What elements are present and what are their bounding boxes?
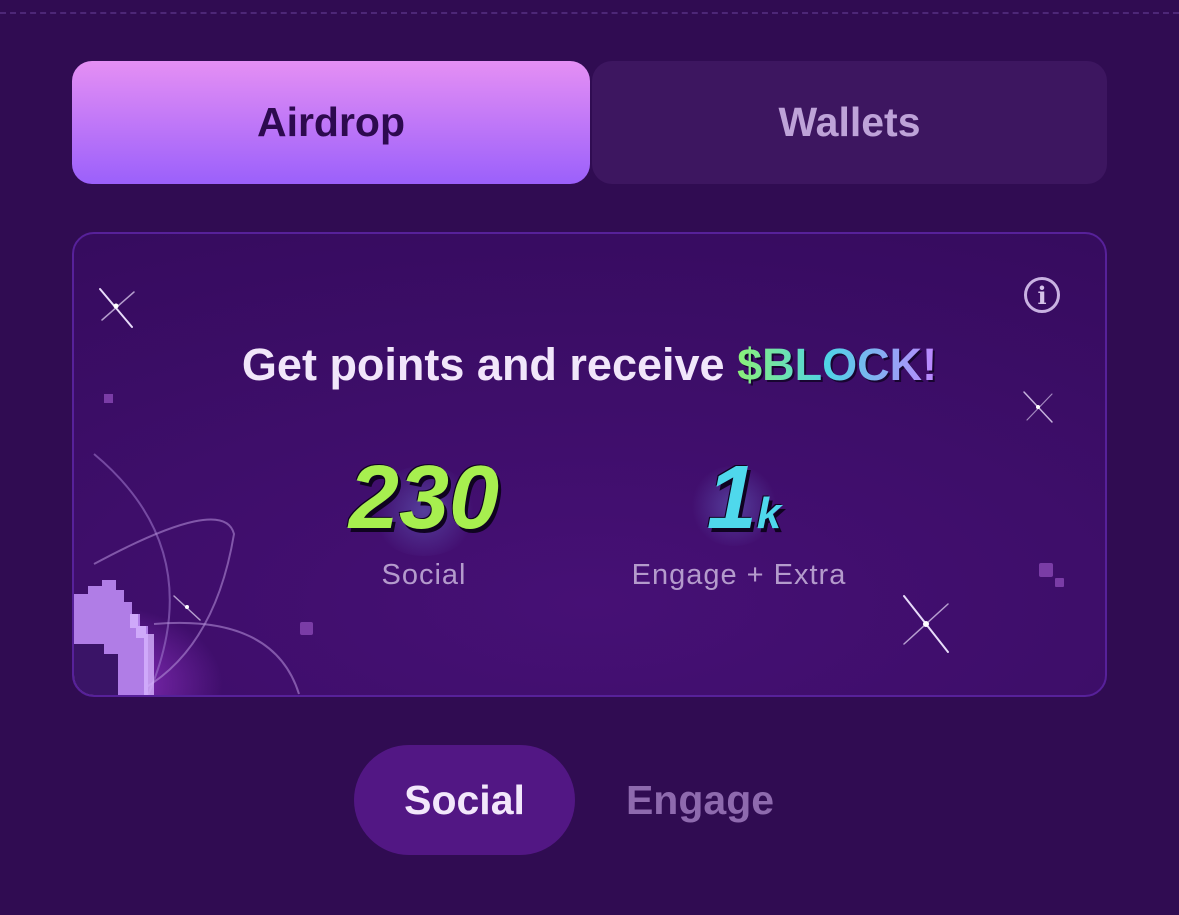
- social-points-label: Social: [381, 559, 467, 591]
- info-icon[interactable]: i: [1024, 277, 1060, 313]
- main-tabs: Airdrop Wallets: [72, 61, 1107, 184]
- top-divider: [0, 12, 1179, 14]
- engage-points-number: 1: [706, 448, 757, 548]
- pixel-block-icon: [74, 580, 154, 695]
- subtab-social[interactable]: Social: [354, 745, 575, 855]
- tab-wallets[interactable]: Wallets: [592, 61, 1107, 184]
- engage-points-unit: k: [756, 489, 782, 538]
- engage-points-value: 1k: [634, 447, 854, 550]
- card-decoration: [74, 288, 1064, 695]
- card-headline: Get points and receive $BLOCK!: [74, 339, 1105, 391]
- headline-text: Get points and receive: [241, 339, 738, 390]
- points-card: i Get points and receive $BLOCK! 230 1k …: [72, 232, 1107, 697]
- subtab-engage[interactable]: Engage: [590, 745, 810, 855]
- tab-airdrop[interactable]: Airdrop: [72, 61, 590, 184]
- social-points-value: 230: [348, 448, 500, 548]
- engage-points-label: Engage + Extra: [631, 559, 847, 591]
- token-name: $BLOCK!: [737, 339, 938, 390]
